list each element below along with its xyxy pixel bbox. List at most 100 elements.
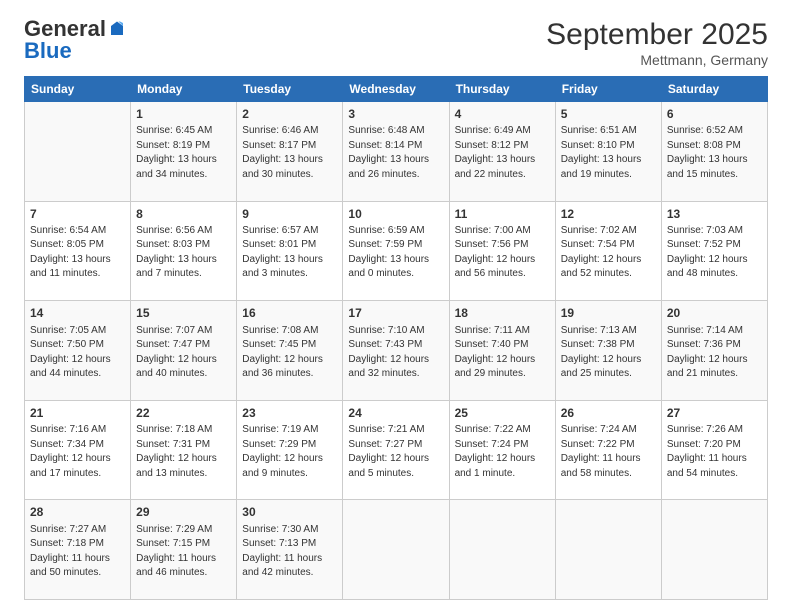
cell-day-number: 12 bbox=[561, 206, 656, 223]
cell-day-number: 6 bbox=[667, 106, 762, 123]
cell-day-number: 23 bbox=[242, 405, 337, 422]
day-header-wednesday: Wednesday bbox=[343, 77, 449, 102]
calendar-cell: 4Sunrise: 6:49 AM Sunset: 8:12 PM Daylig… bbox=[449, 102, 555, 202]
cell-info: Sunrise: 7:24 AM Sunset: 7:22 PM Dayligh… bbox=[561, 423, 656, 481]
calendar-cell: 17Sunrise: 7:10 AM Sunset: 7:43 PM Dayli… bbox=[343, 301, 449, 401]
cell-day-number: 17 bbox=[348, 305, 443, 322]
cell-day-number: 8 bbox=[136, 206, 231, 223]
calendar-cell: 3Sunrise: 6:48 AM Sunset: 8:14 PM Daylig… bbox=[343, 102, 449, 202]
calendar-cell: 1Sunrise: 6:45 AM Sunset: 8:19 PM Daylig… bbox=[131, 102, 237, 202]
page: General Blue September 2025 Mettmann, Ge… bbox=[0, 0, 792, 612]
cell-info: Sunrise: 7:29 AM Sunset: 7:15 PM Dayligh… bbox=[136, 523, 231, 581]
calendar-cell: 20Sunrise: 7:14 AM Sunset: 7:36 PM Dayli… bbox=[661, 301, 767, 401]
cell-info: Sunrise: 7:26 AM Sunset: 7:20 PM Dayligh… bbox=[667, 423, 762, 481]
location-subtitle: Mettmann, Germany bbox=[546, 52, 768, 68]
cell-info: Sunrise: 6:46 AM Sunset: 8:17 PM Dayligh… bbox=[242, 124, 337, 182]
calendar-table: SundayMondayTuesdayWednesdayThursdayFrid… bbox=[24, 76, 768, 600]
cell-day-number: 10 bbox=[348, 206, 443, 223]
cell-day-number: 9 bbox=[242, 206, 337, 223]
cell-day-number: 22 bbox=[136, 405, 231, 422]
cell-info: Sunrise: 7:16 AM Sunset: 7:34 PM Dayligh… bbox=[30, 423, 125, 481]
cell-day-number: 1 bbox=[136, 106, 231, 123]
cell-day-number: 13 bbox=[667, 206, 762, 223]
cell-info: Sunrise: 7:11 AM Sunset: 7:40 PM Dayligh… bbox=[455, 324, 550, 382]
calendar-row-2: 14Sunrise: 7:05 AM Sunset: 7:50 PM Dayli… bbox=[25, 301, 768, 401]
calendar-cell: 22Sunrise: 7:18 AM Sunset: 7:31 PM Dayli… bbox=[131, 400, 237, 500]
calendar-cell: 5Sunrise: 6:51 AM Sunset: 8:10 PM Daylig… bbox=[555, 102, 661, 202]
logo-blue: Blue bbox=[24, 40, 72, 62]
title-block: September 2025 Mettmann, Germany bbox=[546, 18, 768, 68]
cell-day-number: 2 bbox=[242, 106, 337, 123]
cell-day-number: 27 bbox=[667, 405, 762, 422]
calendar-cell: 16 Sunrise: 7:08 AM Sunset: 7:45 PM Dayli… bbox=[237, 301, 343, 401]
calendar-cell: 12Sunrise: 7:02 AM Sunset: 7:54 PM Dayli… bbox=[555, 201, 661, 301]
cell-day-number: 20 bbox=[667, 305, 762, 322]
cell-day-number: 4 bbox=[455, 106, 550, 123]
calendar-cell: 2Sunrise: 6:46 AM Sunset: 8:17 PM Daylig… bbox=[237, 102, 343, 202]
cell-info: Sunrise: 6:57 AM Sunset: 8:01 PM Dayligh… bbox=[242, 224, 337, 282]
cell-info: Sunrise: 7:30 AM Sunset: 7:13 PM Dayligh… bbox=[242, 523, 337, 581]
cell-day-number: 3 bbox=[348, 106, 443, 123]
cell-info: Sunrise: 6:45 AM Sunset: 8:19 PM Dayligh… bbox=[136, 124, 231, 182]
cell-info: Sunrise: 7:27 AM Sunset: 7:18 PM Dayligh… bbox=[30, 523, 125, 581]
cell-info: Sunrise: 6:59 AM Sunset: 7:59 PM Dayligh… bbox=[348, 224, 443, 282]
logo-icon bbox=[108, 20, 126, 38]
calendar-cell bbox=[449, 500, 555, 600]
cell-info: Sunrise: 6:54 AM Sunset: 8:05 PM Dayligh… bbox=[30, 224, 125, 282]
day-header-friday: Friday bbox=[555, 77, 661, 102]
cell-day-number: 21 bbox=[30, 405, 125, 422]
calendar-cell: 28 Sunrise: 7:27 AM Sunset: 7:18 PM Dayli… bbox=[25, 500, 131, 600]
calendar-cell: 14Sunrise: 7:05 AM Sunset: 7:50 PM Dayli… bbox=[25, 301, 131, 401]
day-header-saturday: Saturday bbox=[661, 77, 767, 102]
header: General Blue September 2025 Mettmann, Ge… bbox=[24, 18, 768, 68]
cell-day-number: 5 bbox=[561, 106, 656, 123]
cell-day-number: 26 bbox=[561, 405, 656, 422]
cell-info: Sunrise: 7:21 AM Sunset: 7:27 PM Dayligh… bbox=[348, 423, 443, 481]
logo-text: General bbox=[24, 18, 126, 40]
calendar-cell: 8Sunrise: 6:56 AM Sunset: 8:03 PM Daylig… bbox=[131, 201, 237, 301]
calendar-row-4: 28 Sunrise: 7:27 AM Sunset: 7:18 PM Dayli… bbox=[25, 500, 768, 600]
day-header-tuesday: Tuesday bbox=[237, 77, 343, 102]
cell-day-number: 28 bbox=[30, 504, 125, 521]
calendar-body: 1Sunrise: 6:45 AM Sunset: 8:19 PM Daylig… bbox=[25, 102, 768, 600]
calendar-cell: 9Sunrise: 6:57 AM Sunset: 8:01 PM Daylig… bbox=[237, 201, 343, 301]
cell-info: Sunrise: 6:56 AM Sunset: 8:03 PM Dayligh… bbox=[136, 224, 231, 282]
cell-info: Sunrise: 6:49 AM Sunset: 8:12 PM Dayligh… bbox=[455, 124, 550, 182]
cell-day-number: 7 bbox=[30, 206, 125, 223]
calendar-cell: 15Sunrise: 7:07 AM Sunset: 7:47 PM Dayli… bbox=[131, 301, 237, 401]
cell-info: Sunrise: 7:19 AM Sunset: 7:29 PM Dayligh… bbox=[242, 423, 337, 481]
cell-day-number: 30 bbox=[242, 504, 337, 521]
calendar-cell: 29Sunrise: 7:29 AM Sunset: 7:15 PM Dayli… bbox=[131, 500, 237, 600]
calendar-header: SundayMondayTuesdayWednesdayThursdayFrid… bbox=[25, 77, 768, 102]
day-header-thursday: Thursday bbox=[449, 77, 555, 102]
calendar-cell: 24Sunrise: 7:21 AM Sunset: 7:27 PM Dayli… bbox=[343, 400, 449, 500]
cell-info: Sunrise: 7:08 AM Sunset: 7:45 PM Dayligh… bbox=[242, 324, 337, 382]
day-header-monday: Monday bbox=[131, 77, 237, 102]
cell-day-number: 11 bbox=[455, 206, 550, 223]
calendar-cell: 25Sunrise: 7:22 AM Sunset: 7:24 PM Dayli… bbox=[449, 400, 555, 500]
cell-day-number: 16 bbox=[242, 305, 337, 322]
calendar-cell: 21Sunrise: 7:16 AM Sunset: 7:34 PM Dayli… bbox=[25, 400, 131, 500]
cell-info: Sunrise: 6:52 AM Sunset: 8:08 PM Dayligh… bbox=[667, 124, 762, 182]
logo-general: General bbox=[24, 18, 106, 40]
calendar-cell: 11Sunrise: 7:00 AM Sunset: 7:56 PM Dayli… bbox=[449, 201, 555, 301]
cell-info: Sunrise: 7:22 AM Sunset: 7:24 PM Dayligh… bbox=[455, 423, 550, 481]
cell-day-number: 25 bbox=[455, 405, 550, 422]
cell-day-number: 24 bbox=[348, 405, 443, 422]
cell-info: Sunrise: 7:03 AM Sunset: 7:52 PM Dayligh… bbox=[667, 224, 762, 282]
calendar-cell: 27Sunrise: 7:26 AM Sunset: 7:20 PM Dayli… bbox=[661, 400, 767, 500]
cell-info: Sunrise: 6:51 AM Sunset: 8:10 PM Dayligh… bbox=[561, 124, 656, 182]
calendar-cell: 26Sunrise: 7:24 AM Sunset: 7:22 PM Dayli… bbox=[555, 400, 661, 500]
cell-info: Sunrise: 7:13 AM Sunset: 7:38 PM Dayligh… bbox=[561, 324, 656, 382]
cell-info: Sunrise: 7:18 AM Sunset: 7:31 PM Dayligh… bbox=[136, 423, 231, 481]
logo-blue-text: Blue bbox=[24, 40, 72, 62]
cell-day-number: 19 bbox=[561, 305, 656, 322]
calendar-cell: 19 Sunrise: 7:13 AM Sunset: 7:38 PM Dayli… bbox=[555, 301, 661, 401]
calendar-cell: 30 Sunrise: 7:30 AM Sunset: 7:13 PM Dayli… bbox=[237, 500, 343, 600]
day-header-row: SundayMondayTuesdayWednesdayThursdayFrid… bbox=[25, 77, 768, 102]
calendar-cell bbox=[555, 500, 661, 600]
calendar-cell bbox=[25, 102, 131, 202]
cell-day-number: 15 bbox=[136, 305, 231, 322]
calendar-cell: 13Sunrise: 7:03 AM Sunset: 7:52 PM Dayli… bbox=[661, 201, 767, 301]
calendar-row-3: 21Sunrise: 7:16 AM Sunset: 7:34 PM Dayli… bbox=[25, 400, 768, 500]
